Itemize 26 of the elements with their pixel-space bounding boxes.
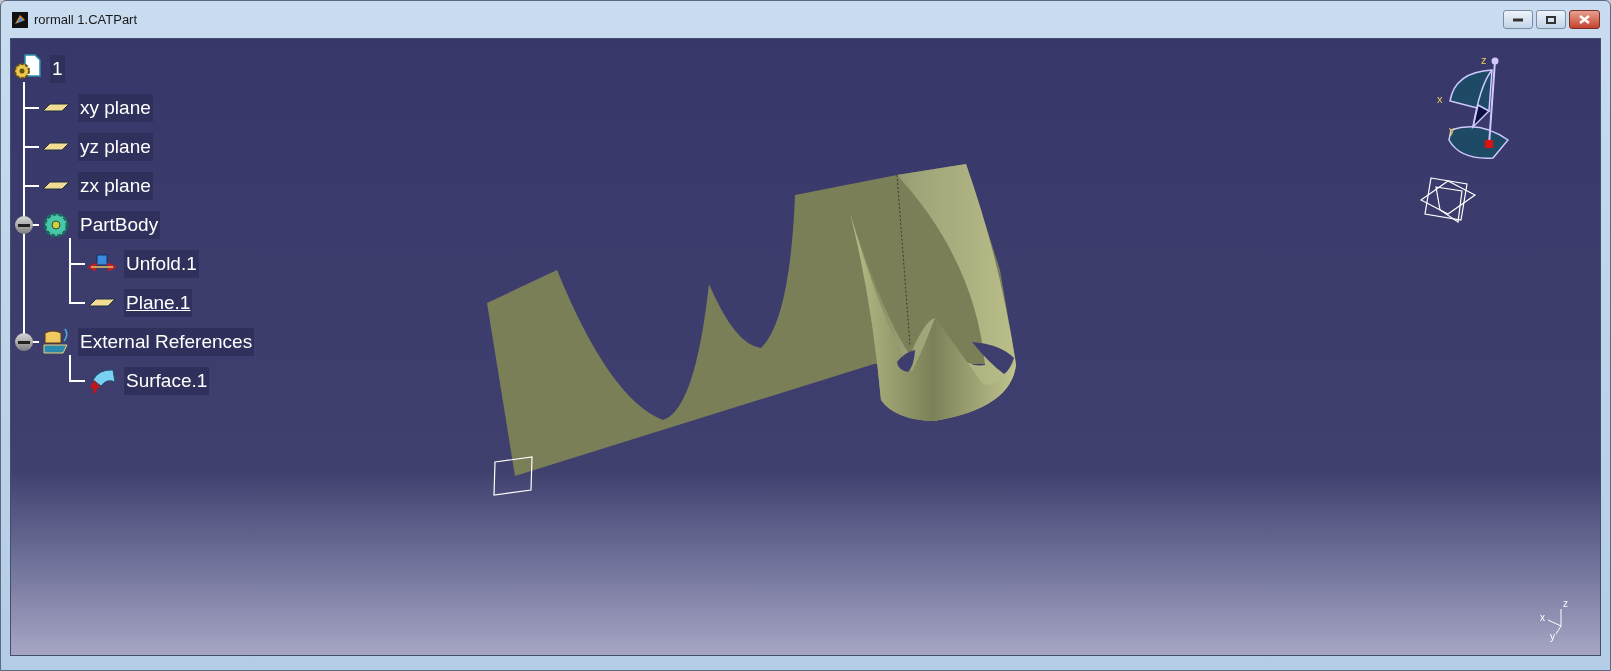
maximize-button[interactable] [1536, 10, 1566, 29]
plane-icon [42, 142, 70, 151]
axis-triad-drawing: z x y [1540, 598, 1568, 642]
tree-item-label[interactable]: Unfold.1 [124, 249, 199, 278]
window-title: rormall 1.CATPart [34, 10, 138, 29]
tree-item-label[interactable]: 1 [50, 54, 65, 83]
minimize-button[interactable] [1503, 10, 1533, 29]
app-icon [12, 11, 28, 28]
tree-item-label[interactable]: Surface.1 [124, 366, 210, 395]
plane-icon [42, 181, 70, 190]
restore-icon [1546, 15, 1556, 24]
tree-item-label[interactable]: Plane.1 [124, 288, 193, 317]
tree-item-label[interactable]: External References [78, 327, 255, 356]
collapse-toggle[interactable] [15, 333, 33, 351]
close-button[interactable] [1569, 10, 1600, 29]
plane-icon [42, 103, 70, 112]
plane-icon [88, 298, 116, 307]
collapse-toggle[interactable] [15, 216, 33, 234]
plane-selector-icon [1419, 177, 1477, 224]
tree-item-label[interactable]: zx plane [78, 171, 153, 200]
close-icon [1579, 15, 1590, 24]
tree-item-label[interactable]: yz plane [78, 132, 153, 161]
tree-item-label[interactable]: PartBody [78, 210, 161, 239]
folder-icon [41, 326, 71, 357]
minimize-icon [1513, 17, 1523, 22]
tree-item-label[interactable]: xy plane [78, 93, 153, 122]
